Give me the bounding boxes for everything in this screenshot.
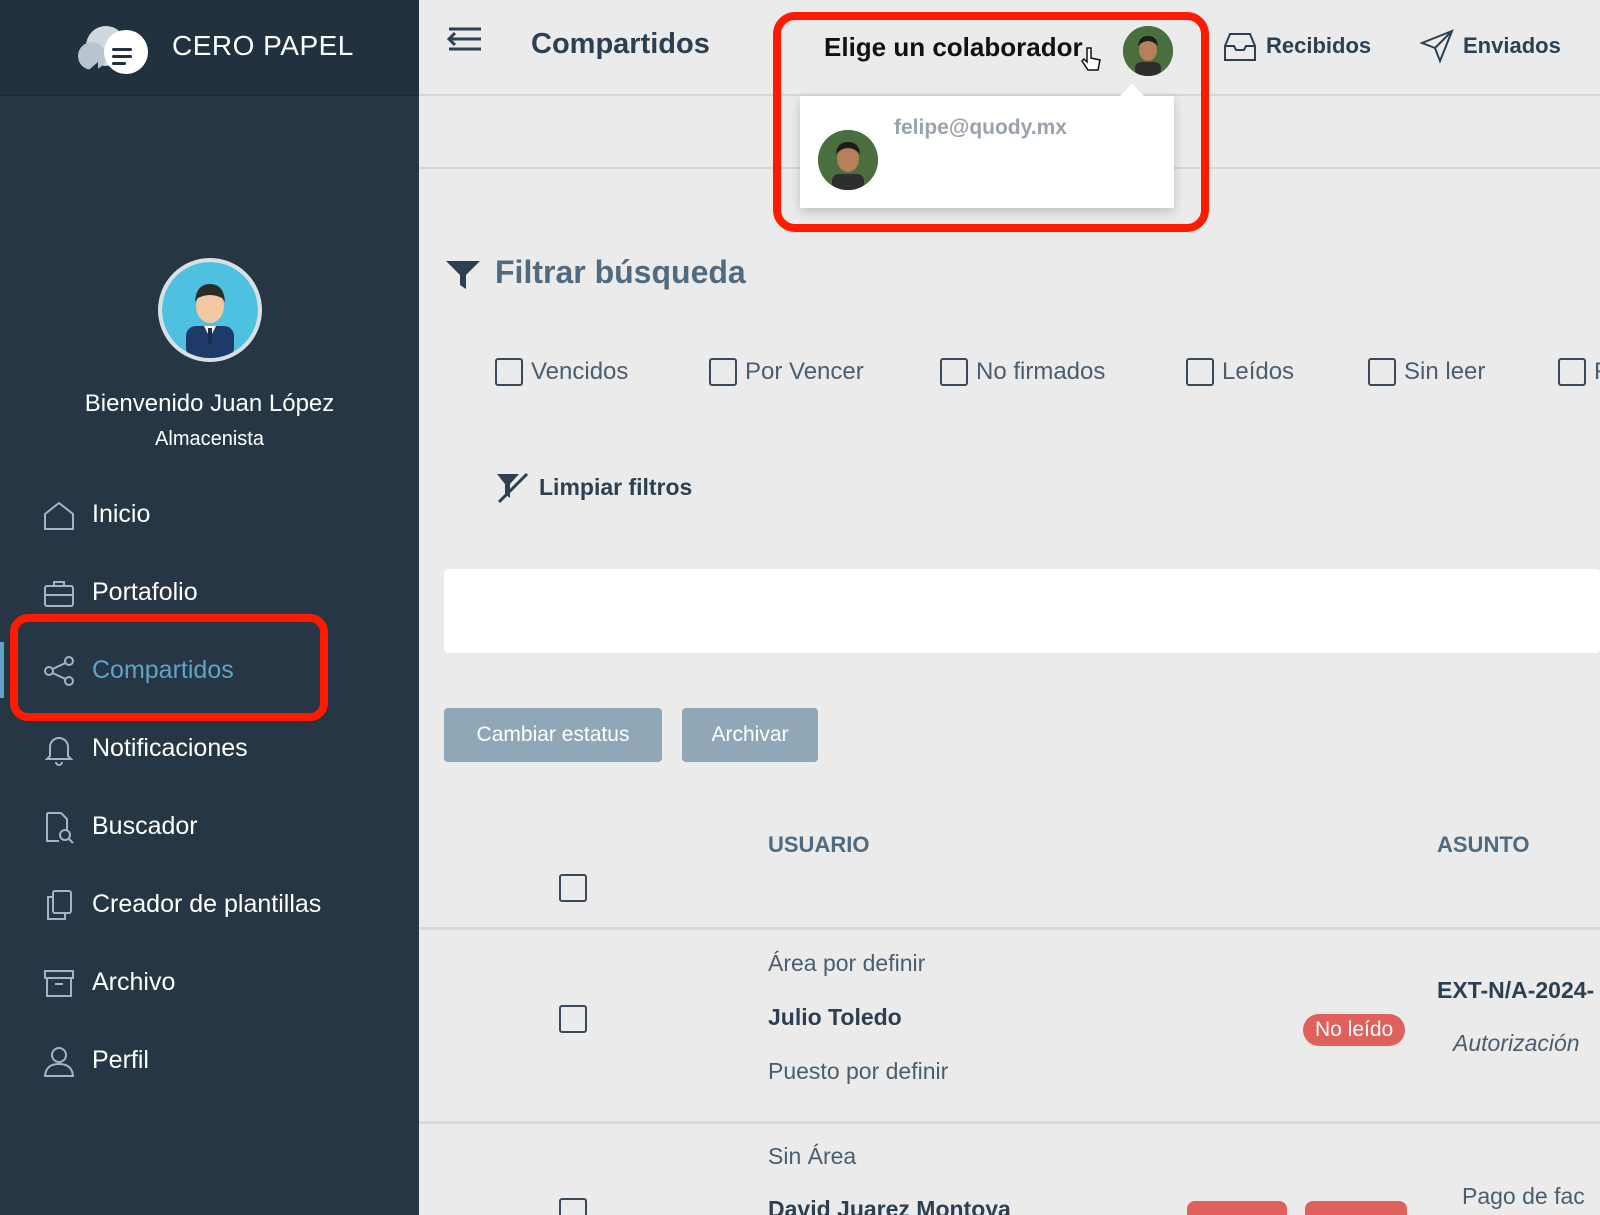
row-area: Área por definir — [768, 950, 926, 976]
brand-name: CERO PAPEL — [172, 30, 354, 61]
sidebar-item-label: Portafolio — [92, 578, 198, 606]
bell-icon — [44, 737, 74, 766]
filter-label: No firmados — [976, 358, 1106, 385]
select-all-checkbox[interactable] — [559, 874, 587, 902]
status-badge — [1187, 1201, 1287, 1215]
filter-label: Sin leer — [1404, 358, 1486, 385]
row-divider — [419, 1121, 1600, 1124]
brand-header[interactable]: CERO PAPEL — [0, 0, 419, 96]
sidebar-item-perfil[interactable]: Perfil — [0, 1032, 419, 1088]
filter-leidos[interactable]: Leídos — [1186, 358, 1294, 386]
filter-clear-icon — [497, 472, 529, 504]
filter-sin-leer[interactable]: Sin leer — [1368, 358, 1485, 386]
sidebar-item-label: Inicio — [92, 500, 151, 528]
tab-recibidos[interactable]: Recibidos — [1222, 28, 1371, 64]
checkbox[interactable] — [1558, 358, 1586, 386]
checkbox[interactable] — [709, 358, 737, 386]
checkbox[interactable] — [940, 358, 968, 386]
filter-vencidos[interactable]: Vencidos — [495, 358, 628, 386]
tab-label: Enviados — [1463, 33, 1561, 58]
welcome-text: Bienvenido Juan López — [84, 390, 335, 417]
column-header-asunto[interactable]: ASUNTO — [1437, 832, 1530, 858]
filter-label: Leídos — [1222, 358, 1295, 385]
filter-por-vencer[interactable]: Por Vencer — [709, 358, 864, 386]
highlight-annotation — [10, 614, 328, 721]
send-icon — [1419, 29, 1454, 64]
sidebar-item-inicio[interactable]: Inicio — [0, 486, 419, 542]
highlight-annotation — [773, 12, 1209, 232]
tab-label: Recibidos — [1266, 33, 1372, 58]
clear-filters-label: Limpiar filtros — [539, 473, 693, 500]
row-subject: Pago de fac — [1462, 1183, 1585, 1209]
person-avatar-icon — [162, 262, 258, 358]
sidebar-item-label: Archivo — [92, 968, 176, 996]
sidebar: CERO PAPEL Bienvenido Juan López Almacen… — [0, 0, 419, 1215]
checkbox[interactable] — [1368, 358, 1396, 386]
clear-filters-button[interactable]: Limpiar filtros — [495, 470, 692, 504]
user-icon — [43, 1047, 75, 1077]
sidebar-item-buscador[interactable]: Buscador — [0, 798, 419, 854]
checkbox[interactable] — [495, 358, 523, 386]
row-position: Puesto por definir — [768, 1058, 949, 1084]
inbox-icon — [1224, 33, 1256, 61]
sidebar-item-portafolio[interactable]: Portafolio — [0, 564, 419, 620]
filter-more[interactable]: F — [1558, 358, 1600, 386]
sidebar-item-label: Notificaciones — [92, 734, 248, 762]
copy-icon — [47, 890, 72, 920]
sidebar-item-creador-de-plantillas[interactable]: Creador de plantillas — [0, 876, 419, 932]
row-document-code: EXT-N/A-2024- — [1437, 977, 1595, 1003]
row-checkbox[interactable] — [559, 1005, 587, 1033]
filter-title: Filtrar búsqueda — [495, 254, 746, 290]
filter-no-firmados[interactable]: No firmados — [940, 358, 1105, 386]
filter-label: F — [1594, 358, 1600, 386]
row-divider — [419, 927, 1600, 930]
tab-enviados[interactable]: Enviados — [1419, 28, 1561, 64]
user-avatar[interactable] — [158, 258, 262, 362]
home-icon — [44, 501, 74, 530]
sidebar-item-archivo[interactable]: Archivo — [0, 954, 419, 1010]
change-status-button[interactable]: Cambiar estatus — [444, 708, 662, 762]
row-user-name: David Juarez Montoya — [768, 1196, 1011, 1215]
briefcase-icon — [44, 581, 74, 607]
sidebar-item-notificaciones[interactable]: Notificaciones — [0, 720, 419, 776]
column-header-usuario[interactable]: USUARIO — [768, 832, 869, 858]
search-input[interactable] — [444, 569, 1600, 653]
checkbox[interactable] — [1186, 358, 1214, 386]
cloud-logo-icon — [78, 26, 148, 74]
filter-label: Vencidos — [531, 358, 629, 385]
collapse-menu-icon[interactable] — [445, 24, 483, 54]
archive-button[interactable]: Archivar — [682, 708, 818, 762]
status-badge: No leído — [1303, 1014, 1406, 1046]
status-badge — [1305, 1201, 1407, 1215]
row-subject: Autorización — [1453, 1030, 1580, 1056]
row-area: Sin Área — [768, 1143, 857, 1169]
page-title: Compartidos — [531, 28, 710, 60]
document-search-icon — [46, 812, 74, 844]
sidebar-item-label: Creador de plantillas — [92, 890, 322, 918]
filter-label: Por Vencer — [745, 358, 864, 385]
user-role: Almacenista — [155, 428, 264, 450]
archive-icon — [44, 970, 74, 997]
sidebar-item-label: Perfil — [92, 1046, 149, 1074]
filter-icon — [446, 261, 480, 289]
row-user-name: Julio Toledo — [768, 1004, 902, 1030]
row-checkbox[interactable] — [559, 1198, 587, 1215]
sidebar-item-label: Buscador — [92, 812, 198, 840]
